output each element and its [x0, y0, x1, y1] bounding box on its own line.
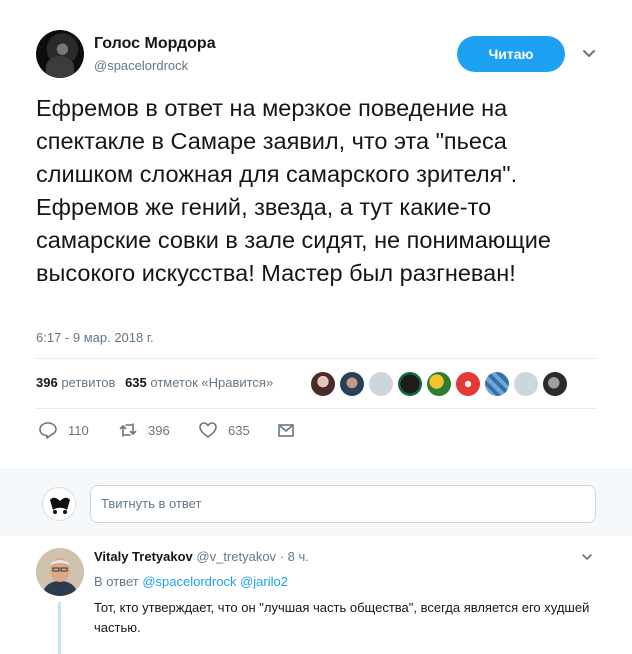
mention-link[interactable]: @spacelordrock — [142, 574, 236, 589]
author-name[interactable]: Голос Мордора — [94, 35, 216, 53]
liker-avatar[interactable] — [398, 372, 422, 396]
liker-avatar[interactable] — [456, 372, 480, 396]
liker-avatar[interactable] — [485, 372, 509, 396]
tweet-stats: 396 ретвитов 635 отметок «Нравится» — [36, 375, 279, 390]
retweets-stat[interactable]: 396 ретвитов — [36, 375, 115, 390]
liker-avatar[interactable] — [369, 372, 393, 396]
reply-icon — [39, 422, 57, 439]
message-action[interactable] — [276, 420, 296, 440]
retweet-action[interactable]: 396 — [118, 420, 170, 440]
heart-icon — [199, 422, 217, 438]
reply-author-name: Vitaly Tretyakov — [94, 549, 193, 564]
like-count: 635 — [228, 422, 250, 438]
liker-avatar[interactable] — [340, 372, 364, 396]
likes-count: 635 — [125, 375, 147, 390]
envelope-icon — [278, 424, 294, 437]
liker-avatar[interactable] — [311, 372, 335, 396]
reply-author-handle: @v_tretyakov — [196, 549, 277, 564]
reply-author-avatar[interactable] — [36, 548, 84, 596]
in-reply-to-label: В ответ — [94, 574, 139, 589]
current-user-avatar — [42, 487, 76, 521]
divider — [36, 408, 596, 409]
retweet-icon — [119, 423, 137, 437]
likes-label: отметок «Нравится» — [150, 375, 274, 390]
liker-avatar[interactable] — [427, 372, 451, 396]
reply-author[interactable]: Vitaly Tretyakov @v_tretyakov · 8 ч. — [94, 549, 309, 564]
reply-text: Тот, кто утверждает, что он "лучшая част… — [94, 600, 590, 635]
retweets-count: 396 — [36, 375, 58, 390]
in-reply-to: В ответ @spacelordrock @jarilo2 — [94, 574, 288, 589]
mention-link[interactable]: @jarilo2 — [240, 574, 288, 589]
reply-action[interactable]: 110 — [38, 420, 89, 440]
thread-line — [58, 602, 61, 654]
retweet-count: 396 — [148, 422, 170, 438]
tweet-timestamp[interactable]: 6:17 - 9 мар. 2018 г. — [36, 330, 154, 345]
chevron-down-icon[interactable] — [580, 550, 594, 564]
reply-time[interactable]: · 8 ч. — [280, 549, 309, 564]
follow-button[interactable]: Читаю — [457, 36, 565, 72]
liker-avatar[interactable] — [514, 372, 538, 396]
author-handle[interactable]: @spacelordrock — [94, 58, 188, 73]
reply-input[interactable]: Твитнуть в ответ — [90, 485, 596, 523]
reply-count: 110 — [68, 422, 89, 438]
tweet-text: Ефремов в ответ на мерзкое поведение на … — [36, 95, 551, 286]
chevron-down-icon[interactable] — [580, 44, 598, 62]
author-avatar[interactable] — [36, 30, 84, 78]
retweets-label: ретвитов — [61, 375, 116, 390]
reply-avatar-image — [36, 548, 84, 596]
likes-stat[interactable]: 635 отметок «Нравится» — [125, 375, 273, 390]
liker-avatar[interactable] — [543, 372, 567, 396]
like-action[interactable]: 635 — [198, 420, 250, 440]
divider — [36, 358, 596, 359]
